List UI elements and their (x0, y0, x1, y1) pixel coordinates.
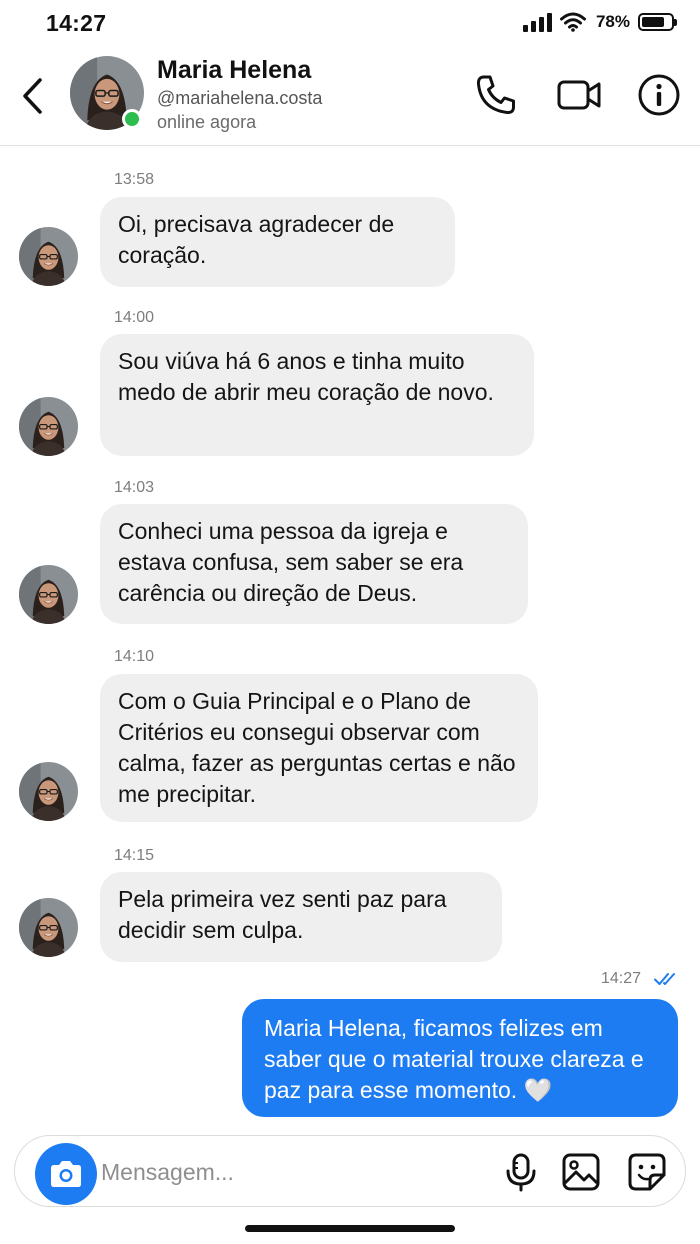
sender-avatar[interactable] (19, 565, 78, 624)
incoming-message[interactable]: Conheci uma pessoa da igreja e estava co… (100, 504, 528, 624)
incoming-message[interactable]: Pela primeira vez senti paz para decidir… (100, 872, 502, 962)
sender-avatar[interactable] (19, 397, 78, 456)
message-timestamp: 13:58 (114, 171, 155, 188)
home-indicator (245, 1225, 455, 1232)
camera-button[interactable] (35, 1143, 97, 1205)
video-camera-icon[interactable] (556, 72, 602, 118)
incoming-message[interactable]: Sou viúva há 6 anos e tinha muito medo d… (100, 334, 534, 456)
outgoing-message[interactable]: Maria Helena, ficamos felizes em saber q… (242, 999, 678, 1117)
message-timestamp: 14:03 (114, 479, 155, 496)
contact-name[interactable]: Maria Helena (157, 56, 311, 85)
sender-avatar[interactable] (19, 762, 78, 821)
status-bar: 14:27 78% (0, 0, 700, 50)
microphone-icon[interactable] (501, 1152, 541, 1192)
contact-status: online agora (157, 112, 257, 132)
sender-avatar[interactable] (19, 227, 78, 286)
online-indicator (122, 109, 142, 129)
status-time: 14:27 (46, 10, 107, 36)
battery-icon (638, 13, 677, 31)
status-indicators: 78% (522, 12, 677, 32)
back-chevron-icon[interactable] (18, 76, 48, 116)
chat-header: Maria Helena @mariahelena.costa online a… (0, 50, 700, 146)
battery-level (642, 17, 664, 27)
sticker-icon[interactable] (627, 1152, 667, 1192)
wifi-icon (559, 12, 586, 32)
cellular-signal-icon (522, 12, 552, 32)
message-timestamp: 14:15 (114, 847, 155, 864)
image-icon[interactable] (561, 1152, 601, 1192)
message-timestamp: 14:10 (114, 648, 155, 665)
battery-percentage: 78% (595, 12, 630, 31)
reply-timestamp: 14:27 (601, 970, 642, 987)
incoming-message[interactable]: Com o Guia Principal e o Plano de Critér… (100, 674, 538, 822)
info-icon[interactable] (636, 72, 682, 118)
double-check-icon (654, 973, 675, 985)
contact-handle: @mariahelena.costa (157, 88, 323, 108)
message-timestamp: 14:00 (114, 309, 155, 326)
camera-icon (51, 1161, 81, 1187)
message-composer (14, 1135, 686, 1207)
incoming-message[interactable]: Oi, precisava agradecer de coração. (100, 197, 455, 287)
phone-icon[interactable] (473, 72, 519, 118)
sender-avatar[interactable] (19, 898, 78, 957)
message-input[interactable] (101, 1150, 481, 1194)
